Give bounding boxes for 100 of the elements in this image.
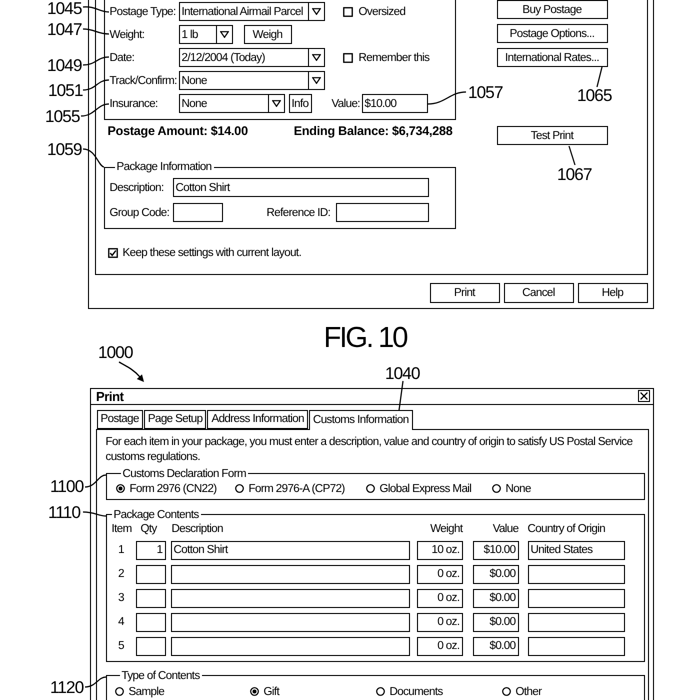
- radio-label: Gift: [264, 686, 280, 698]
- country-field[interactable]: United States: [528, 540, 624, 560]
- instruction-text: For each item in your package, you must enter a description, value and country of origin to satisfy US Postal Service customs regulations.: [106, 434, 634, 464]
- country-field[interactable]: [528, 588, 624, 608]
- dropdown[interactable]: 1 lb: [178, 25, 232, 44]
- test-print-button[interactable]: Test Print: [496, 126, 608, 145]
- weight-field[interactable]: 0 oz.: [416, 588, 462, 608]
- tab[interactable]: Customs Information: [308, 410, 413, 430]
- weight-field[interactable]: 0 oz.: [416, 612, 462, 632]
- column-header: Description: [170, 522, 224, 534]
- weigh-button[interactable]: Weigh: [244, 25, 292, 44]
- help-button[interactable]: Help: [578, 283, 648, 303]
- group-title: Type of Contents: [120, 668, 201, 682]
- reference-numeral: 1047: [47, 21, 82, 38]
- reference-numeral: 1067: [557, 166, 592, 183]
- column-header: Weight: [429, 522, 462, 534]
- qty-field[interactable]: [136, 588, 166, 608]
- value-field[interactable]: $0.00: [472, 564, 518, 584]
- reference-numeral: 1057: [468, 84, 503, 101]
- radio-button[interactable]: [502, 687, 510, 696]
- caret-icon: [312, 54, 320, 61]
- value-field[interactable]: $0.00: [472, 636, 518, 656]
- dropdown[interactable]: International Airmail Parcel: [178, 2, 324, 21]
- value-label: Value:: [332, 98, 361, 110]
- radio-label: Global Express Mail: [380, 482, 472, 494]
- qty-field[interactable]: [136, 636, 166, 656]
- weight-field[interactable]: 0 oz.: [416, 564, 462, 584]
- description-field[interactable]: [170, 612, 410, 632]
- radio-button[interactable]: [116, 484, 124, 493]
- row-number: 3: [117, 592, 125, 604]
- description-field[interactable]: [170, 564, 410, 584]
- reference-numeral: 1040: [385, 365, 420, 382]
- dropdown[interactable]: 2/12/2004 (Today): [178, 48, 324, 67]
- field-label: Track/Confirm:: [110, 74, 178, 86]
- group-title: Customs Declaration Form: [122, 466, 248, 480]
- qty-field[interactable]: [136, 612, 166, 632]
- value-field[interactable]: $0.00: [472, 612, 518, 632]
- radio-button[interactable]: [376, 687, 384, 696]
- caret-icon: [220, 31, 228, 38]
- radio-label: None: [506, 482, 531, 494]
- radio-button[interactable]: [492, 484, 500, 493]
- description-field[interactable]: Cotton Shirt: [170, 540, 410, 560]
- tab[interactable]: Postage: [96, 410, 143, 428]
- description-label: Description:: [110, 182, 165, 194]
- description-field[interactable]: [170, 588, 410, 608]
- postage-options-button[interactable]: Postage Options...: [496, 24, 608, 43]
- checkbox-label: Remember this: [358, 52, 430, 64]
- pointer-arrow: [118, 361, 144, 382]
- country-field[interactable]: [528, 636, 624, 656]
- radio-button[interactable]: [114, 687, 124, 696]
- checkbox[interactable]: [342, 52, 352, 62]
- caret-icon: [312, 77, 320, 84]
- insured-value-field[interactable]: $10.00: [362, 94, 428, 113]
- reference-numeral: 1051: [48, 82, 83, 99]
- close-button[interactable]: [638, 390, 650, 402]
- weight-field[interactable]: 0 oz.: [416, 636, 462, 656]
- info-button[interactable]: Info: [288, 94, 312, 113]
- field-label: Date:: [110, 52, 136, 64]
- reference-numeral: 1045: [47, 0, 82, 17]
- leader-line: [568, 146, 576, 166]
- radio-button[interactable]: [250, 687, 258, 696]
- value-field[interactable]: $10.00: [472, 540, 518, 560]
- qty-field[interactable]: [136, 564, 166, 584]
- value-field[interactable]: $0.00: [472, 588, 518, 608]
- dropdown[interactable]: None: [178, 94, 284, 113]
- buy-postage-button[interactable]: Buy Postage: [496, 0, 608, 19]
- reference-id-field[interactable]: [336, 203, 428, 222]
- radio-label: Other: [516, 686, 542, 698]
- cancel-button[interactable]: Cancel: [504, 283, 574, 303]
- field-label: Postage Type:: [110, 6, 177, 18]
- qty-field[interactable]: 1: [136, 540, 166, 560]
- country-field[interactable]: [528, 612, 624, 632]
- reference-numeral: 1120: [50, 679, 84, 696]
- close-icon: [640, 392, 648, 400]
- description-field[interactable]: [170, 636, 410, 656]
- row-number: 5: [117, 640, 125, 652]
- group-code-field[interactable]: [172, 203, 222, 222]
- column-header: Qty: [140, 522, 158, 534]
- print-button[interactable]: Print: [430, 283, 500, 303]
- checkbox[interactable]: [342, 6, 352, 16]
- radio-label: Form 2976-A (CP72): [248, 482, 345, 494]
- weight-field[interactable]: 10 oz.: [416, 540, 462, 560]
- caret-icon: [312, 8, 320, 15]
- field-label: Insurance:: [110, 98, 159, 110]
- radio-label: Form 2976 (CN22): [130, 482, 217, 494]
- tab[interactable]: Page Setup: [144, 410, 206, 428]
- column-header: Country of Origin: [528, 522, 606, 534]
- radio-button[interactable]: [366, 484, 374, 493]
- reference-numeral: 1049: [47, 57, 82, 74]
- description-field[interactable]: Cotton Shirt: [172, 178, 428, 197]
- dropdown[interactable]: None: [178, 71, 324, 90]
- caret-icon: [272, 100, 280, 107]
- reference-numeral: 1000: [98, 344, 133, 361]
- tab[interactable]: Address Information: [207, 410, 308, 428]
- radio-button[interactable]: [234, 484, 244, 493]
- international-rates-button[interactable]: International Rates...: [496, 48, 608, 67]
- country-field[interactable]: [528, 564, 624, 584]
- row-number: 1: [117, 544, 125, 556]
- checkbox[interactable]: [108, 248, 118, 258]
- leader-line: [596, 66, 603, 88]
